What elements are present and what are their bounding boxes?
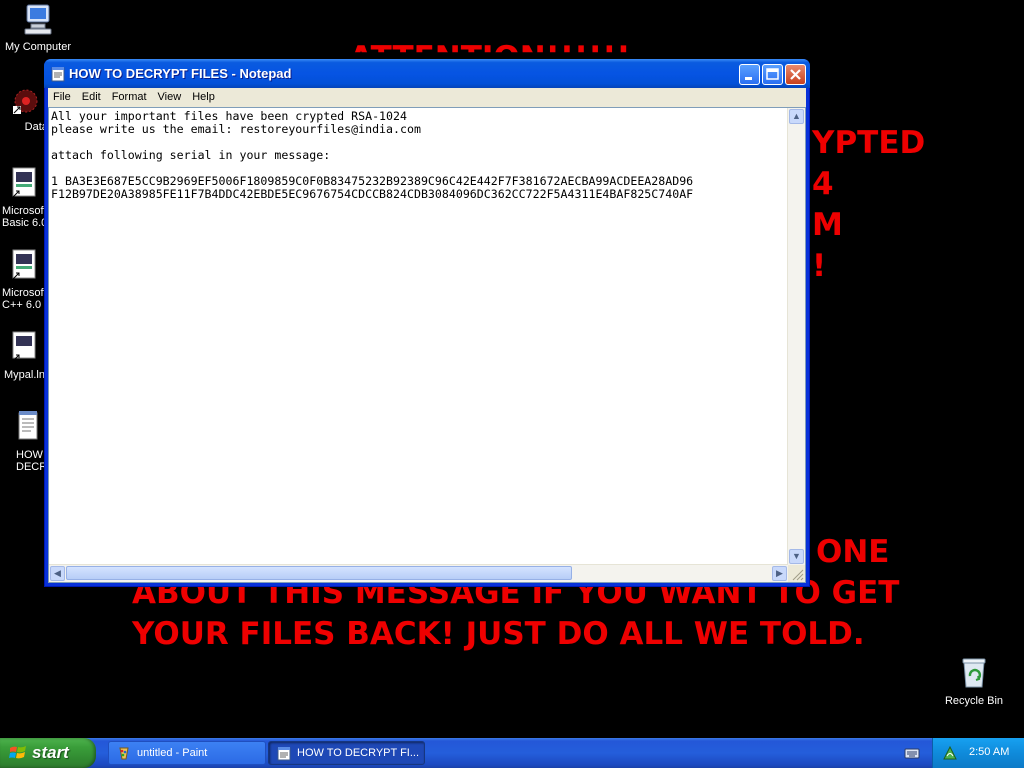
minimize-button[interactable] xyxy=(739,64,760,85)
window-titlebar[interactable]: HOW TO DECRYPT FILES - Notepad xyxy=(44,59,810,88)
recycle-bin-icon xyxy=(936,656,1012,693)
text-line: F12B97DE20A38985FE11F7B4DDC42EBDE5EC9676… xyxy=(51,187,694,201)
menu-file[interactable]: File xyxy=(48,88,77,103)
wallpaper-text-line: ONE xyxy=(816,534,890,570)
taskbar-button-label: untitled - Paint xyxy=(137,747,208,759)
notepad-window[interactable]: HOW TO DECRYPT FILES - Notepad File Edit F… xyxy=(44,59,810,587)
start-label: start xyxy=(32,743,69,762)
text-editor[interactable]: All your important files have been crypt… xyxy=(48,107,806,583)
paint-icon xyxy=(117,746,131,761)
notepad-icon xyxy=(51,66,65,82)
scroll-up-button[interactable]: ▲ xyxy=(789,109,804,124)
scroll-right-button[interactable]: ▶ xyxy=(772,566,787,581)
system-tray: 2:50 AM xyxy=(932,738,1024,768)
keyboard-icon[interactable] xyxy=(904,746,920,760)
text-content[interactable]: All your important files have been crypt… xyxy=(51,110,786,563)
wallpaper-text-line: 4 xyxy=(812,166,834,202)
menu-edit[interactable]: Edit xyxy=(77,88,107,103)
windows-logo-icon xyxy=(9,745,27,761)
maximize-icon xyxy=(766,68,779,80)
vertical-scrollbar[interactable]: ▲ ▼ xyxy=(787,108,805,565)
taskbar-button-paint[interactable]: untitled - Paint xyxy=(108,741,266,765)
horizontal-scrollbar[interactable]: ◀ ▶ xyxy=(49,564,788,582)
desktop-icon-recycle-bin[interactable]: Recycle Bin xyxy=(936,656,1012,707)
start-button[interactable]: start xyxy=(0,738,96,768)
desktop-icon-label: Recycle Bin xyxy=(944,695,1004,707)
menu-help[interactable]: Help xyxy=(187,88,221,103)
wallpaper-text-line: M xyxy=(812,207,843,243)
close-icon xyxy=(790,69,801,80)
taskbar-button-notepad[interactable]: HOW TO DECRYPT FI... xyxy=(268,741,425,765)
minimize-icon xyxy=(745,77,752,80)
taskbar-button-label: HOW TO DECRYPT FI... xyxy=(297,747,420,759)
scroll-down-button[interactable]: ▼ xyxy=(789,549,804,564)
menu-bar: File Edit Format View Help xyxy=(48,88,806,107)
wallpaper-text-line: YPTED xyxy=(812,125,926,161)
desktop-icon-label: My Computer xyxy=(4,41,72,53)
resize-grip-icon xyxy=(792,569,804,581)
horizontal-scroll-thumb[interactable] xyxy=(66,566,572,580)
text-line: attach following serial in your message: xyxy=(51,148,331,162)
notepad-icon xyxy=(277,746,291,761)
close-button[interactable] xyxy=(785,64,806,85)
my-computer-icon xyxy=(0,2,76,39)
desktop-icon-my-computer[interactable]: My Computer xyxy=(0,2,76,53)
scroll-left-button[interactable]: ◀ xyxy=(50,566,65,581)
menu-format[interactable]: Format xyxy=(107,88,153,103)
resize-grip[interactable] xyxy=(788,565,805,582)
wallpaper-text-line: ! xyxy=(812,248,827,284)
menu-view[interactable]: View xyxy=(153,88,188,103)
taskbar: start untitled - Paint HOW TO DECRYPT FI… xyxy=(0,738,1024,768)
clock[interactable]: 2:50 AM xyxy=(969,746,1009,758)
text-line: please write us the email: restoreyourfi… xyxy=(51,122,421,136)
network-icon[interactable] xyxy=(942,745,958,761)
window-title: HOW TO DECRYPT FILES - Notepad xyxy=(69,66,292,81)
maximize-button[interactable] xyxy=(762,64,783,85)
wallpaper-text-line: YOUR FILES BACK! JUST DO ALL WE TOLD. xyxy=(132,616,865,652)
